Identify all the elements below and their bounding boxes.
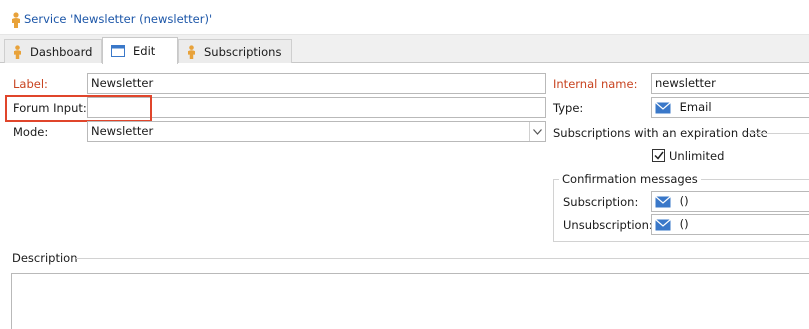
- tab-label: Subscriptions: [204, 44, 282, 59]
- description-label: Description: [12, 251, 78, 265]
- subscription-value: (): [679, 194, 689, 208]
- confirmation-group-title: Confirmation messages: [559, 172, 701, 186]
- unsubscription-label: Unsubscription:: [563, 218, 653, 232]
- type-value: Email: [679, 100, 712, 114]
- mode-select-value: Newsletter: [91, 124, 154, 138]
- title-bar: Service 'Newsletter (newsletter)': [0, 0, 809, 35]
- person-icon: [187, 44, 196, 59]
- person-icon: [13, 44, 22, 59]
- description-divider: [76, 258, 809, 259]
- internal-name-label: Internal name:: [553, 77, 638, 91]
- type-label: Type:: [553, 101, 584, 115]
- checkmark-icon: [653, 151, 664, 160]
- unlimited-label: Unlimited: [669, 149, 725, 163]
- expiration-group-title: Subscriptions with an expiration date: [553, 126, 768, 140]
- envelope-icon: [655, 218, 671, 230]
- person-icon: [12, 12, 20, 28]
- unlimited-checkbox[interactable]: [652, 149, 665, 162]
- tab-edit[interactable]: Edit: [102, 37, 178, 64]
- description-textarea[interactable]: [11, 273, 809, 329]
- type-field[interactable]: Email: [651, 97, 809, 118]
- tab-bar: Dashboard Edit Subscriptions: [0, 35, 809, 64]
- tab-subscriptions[interactable]: Subscriptions: [178, 39, 292, 63]
- chevron-down-icon[interactable]: [529, 122, 545, 141]
- label-field[interactable]: Newsletter: [87, 73, 546, 94]
- unsubscription-field[interactable]: (): [651, 214, 809, 235]
- label-field-label: Label:: [13, 77, 48, 91]
- window-title: Service 'Newsletter (newsletter)': [24, 12, 213, 26]
- subscription-field[interactable]: (): [651, 191, 809, 212]
- tab-label: Edit: [133, 44, 156, 58]
- subscription-label: Subscription:: [563, 195, 639, 209]
- forum-input-field[interactable]: [87, 97, 546, 118]
- window-icon: [111, 45, 125, 57]
- forum-input-label: Forum Input:: [13, 101, 87, 115]
- envelope-icon: [655, 101, 671, 113]
- internal-name-field[interactable]: newsletter: [651, 73, 809, 94]
- unsubscription-value: (): [679, 217, 689, 231]
- tab-dashboard[interactable]: Dashboard: [4, 39, 102, 63]
- tab-label: Dashboard: [30, 44, 93, 59]
- group-divider: [748, 133, 809, 134]
- mode-select[interactable]: Newsletter: [87, 121, 546, 142]
- envelope-icon: [655, 195, 671, 207]
- mode-label: Mode:: [13, 125, 49, 139]
